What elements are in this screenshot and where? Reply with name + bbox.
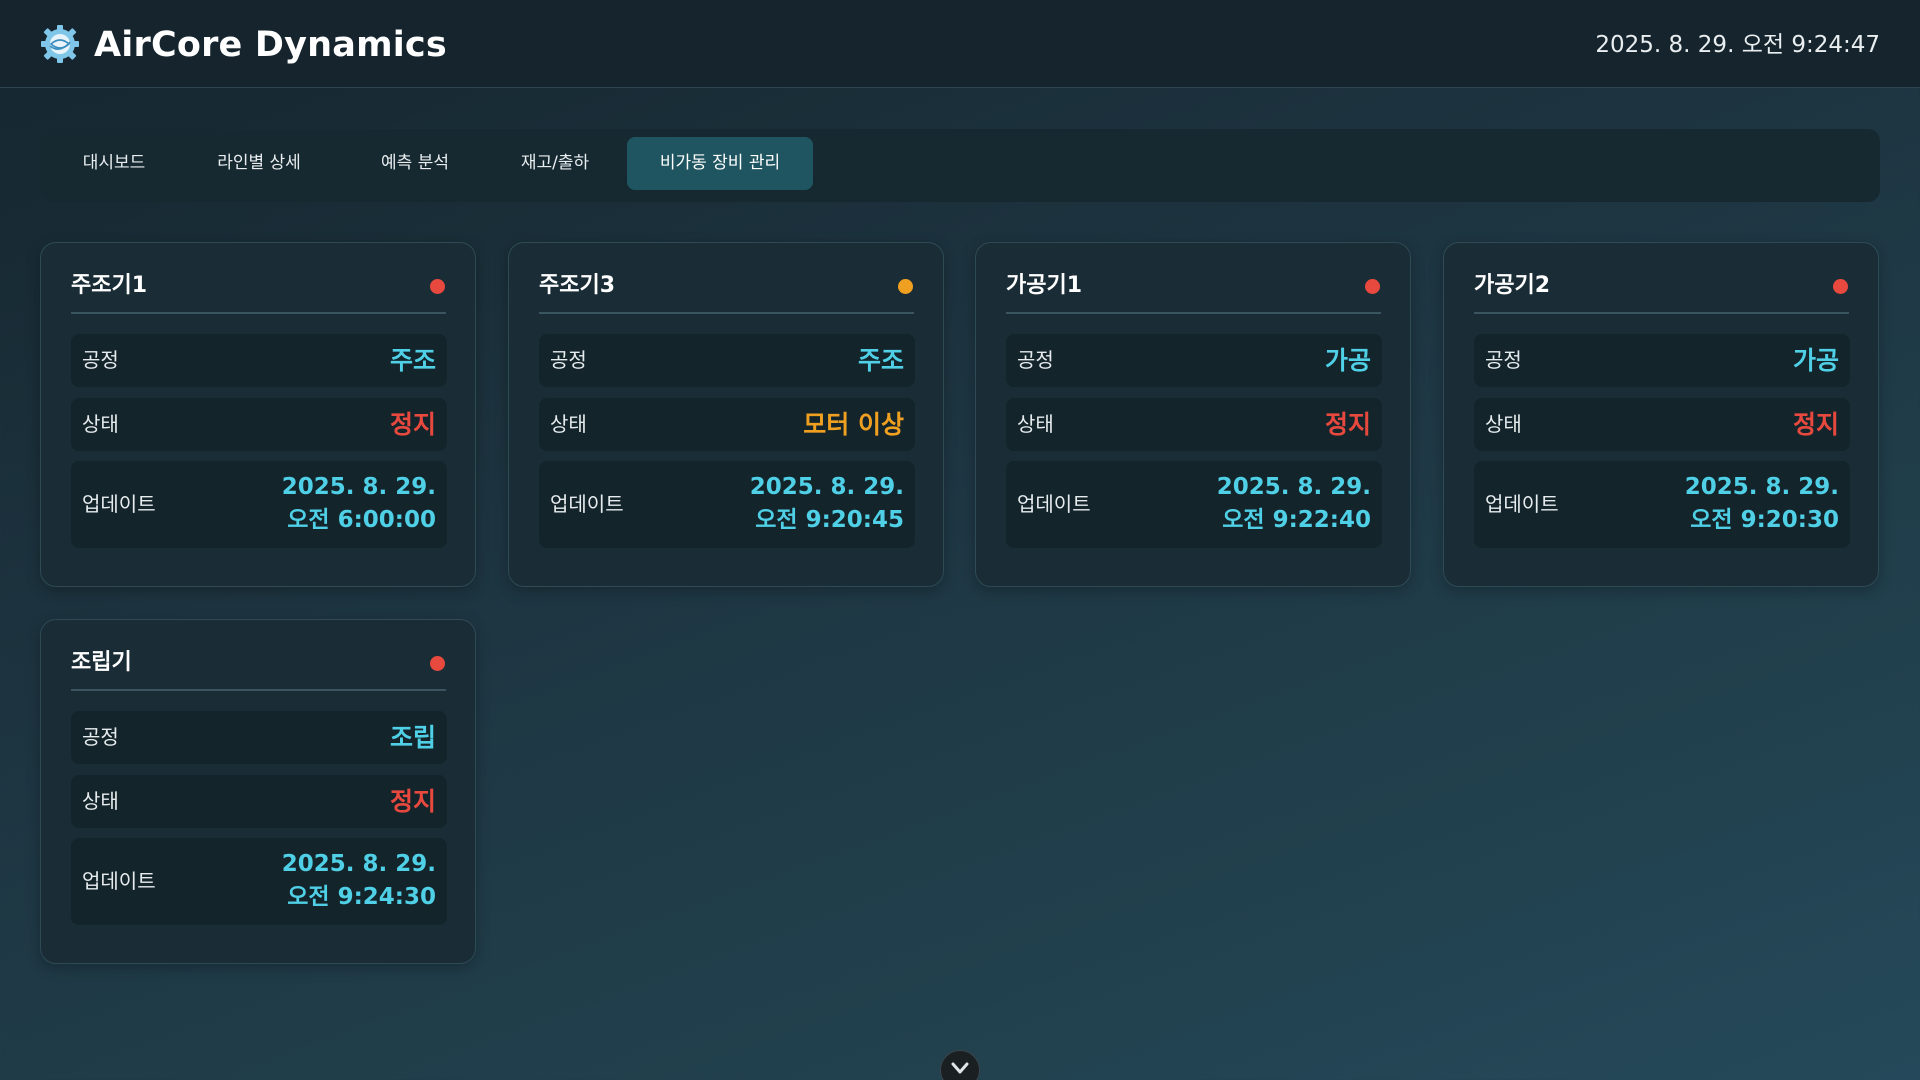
status-row: 상태 정지: [1006, 398, 1382, 451]
status-row: 상태 모터 이상: [539, 398, 915, 451]
machine-name: 주조기1: [71, 273, 148, 298]
card-divider: [71, 689, 446, 691]
update-row: 업데이트 2025. 8. 29. 오전 6:00:00: [71, 461, 447, 548]
chevron-down-icon: [951, 1062, 969, 1074]
status-dot: [898, 279, 913, 294]
tab-prediction[interactable]: 예측 분석: [350, 137, 480, 190]
status-dot: [1833, 279, 1848, 294]
update-time: 오전 6:00:00: [287, 507, 436, 533]
update-date: 2025. 8. 29.: [1684, 474, 1839, 500]
process-label: 공정: [82, 725, 119, 749]
status-value: 모터 이상: [803, 410, 904, 439]
tab-line-detail[interactable]: 라인별 상세: [188, 137, 330, 190]
update-date: 2025. 8. 29.: [749, 474, 904, 500]
machine-name: 가공기2: [1474, 273, 1551, 298]
update-label: 업데이트: [550, 492, 624, 516]
status-value: 정지: [1792, 410, 1839, 439]
update-time: 오전 9:20:30: [1690, 507, 1839, 533]
tab-downtime-equipment[interactable]: 비가동 장비 관리: [627, 137, 813, 190]
update-time: 오전 9:22:40: [1222, 507, 1371, 533]
machine-card: 주조기1 공정 주조 상태 정지 업데이트 2025. 8. 29. 오전 6:…: [40, 242, 476, 587]
update-value: 2025. 8. 29. 오전 9:22:40: [1217, 471, 1371, 537]
status-label: 상태: [82, 789, 119, 813]
status-dot: [430, 656, 445, 671]
process-value: 주조: [857, 346, 904, 375]
process-value: 조립: [389, 723, 436, 752]
status-label: 상태: [1485, 412, 1522, 436]
update-time: 오전 9:20:45: [755, 507, 904, 533]
status-row: 상태 정지: [71, 775, 447, 828]
update-value: 2025. 8. 29. 오전 9:20:45: [750, 471, 904, 537]
status-label: 상태: [82, 412, 119, 436]
card-divider: [539, 312, 914, 314]
update-label: 업데이트: [1485, 492, 1559, 516]
process-label: 공정: [1017, 348, 1054, 372]
update-label: 업데이트: [82, 869, 156, 893]
app-title: AirCore Dynamics: [94, 25, 447, 65]
status-dot: [1365, 279, 1380, 294]
update-value: 2025. 8. 29. 오전 6:00:00: [282, 471, 436, 537]
update-label: 업데이트: [1017, 492, 1091, 516]
update-row: 업데이트 2025. 8. 29. 오전 9:24:30: [71, 838, 447, 925]
update-row: 업데이트 2025. 8. 29. 오전 9:20:30: [1474, 461, 1850, 548]
status-value: 정지: [1324, 410, 1371, 439]
update-row: 업데이트 2025. 8. 29. 오전 9:20:45: [539, 461, 915, 548]
update-value: 2025. 8. 29. 오전 9:20:30: [1685, 471, 1839, 537]
process-row: 공정 조립: [71, 711, 447, 764]
process-value: 가공: [1324, 346, 1371, 375]
update-value: 2025. 8. 29. 오전 9:24:30: [282, 848, 436, 914]
status-value: 정지: [389, 410, 436, 439]
machine-name: 조립기: [71, 650, 132, 675]
process-row: 공정 가공: [1474, 334, 1850, 387]
process-label: 공정: [550, 348, 587, 372]
tab-dashboard[interactable]: 대시보드: [40, 137, 188, 190]
process-row: 공정 가공: [1006, 334, 1382, 387]
update-row: 업데이트 2025. 8. 29. 오전 9:22:40: [1006, 461, 1382, 548]
machine-name: 가공기1: [1006, 273, 1083, 298]
status-label: 상태: [550, 412, 587, 436]
status-value: 정지: [389, 787, 436, 816]
nav-tabs: 대시보드 라인별 상세 예측 분석 재고/출하 비가동 장비 관리: [40, 129, 1880, 202]
status-dot: [430, 279, 445, 294]
update-date: 2025. 8. 29.: [281, 474, 436, 500]
process-row: 공정 주조: [539, 334, 915, 387]
machine-card: 주조기3 공정 주조 상태 모터 이상 업데이트 2025. 8. 29. 오전…: [508, 242, 944, 587]
machine-name: 주조기3: [539, 273, 616, 298]
card-divider: [71, 312, 446, 314]
status-row: 상태 정지: [71, 398, 447, 451]
update-date: 2025. 8. 29.: [1216, 474, 1371, 500]
scroll-down-button[interactable]: [940, 1050, 980, 1080]
update-label: 업데이트: [82, 492, 156, 516]
machine-card: 가공기2 공정 가공 상태 정지 업데이트 2025. 8. 29. 오전 9:…: [1443, 242, 1879, 587]
tab-inventory[interactable]: 재고/출하: [490, 137, 620, 190]
card-divider: [1006, 312, 1381, 314]
clock: 2025. 8. 29. 오전 9:24:47: [1595, 32, 1880, 58]
gear-globe-icon: [41, 25, 79, 63]
update-time: 오전 9:24:30: [287, 884, 436, 910]
process-label: 공정: [1485, 348, 1522, 372]
machine-card: 조립기 공정 조립 상태 정지 업데이트 2025. 8. 29. 오전 9:2…: [40, 619, 476, 964]
process-value: 주조: [389, 346, 436, 375]
machine-card: 가공기1 공정 가공 상태 정지 업데이트 2025. 8. 29. 오전 9:…: [975, 242, 1411, 587]
status-row: 상태 정지: [1474, 398, 1850, 451]
status-label: 상태: [1017, 412, 1054, 436]
process-label: 공정: [82, 348, 119, 372]
card-divider: [1474, 312, 1849, 314]
process-value: 가공: [1792, 346, 1839, 375]
process-row: 공정 주조: [71, 334, 447, 387]
update-date: 2025. 8. 29.: [281, 851, 436, 877]
app-header: AirCore Dynamics 2025. 8. 29. 오전 9:24:47: [0, 0, 1920, 88]
